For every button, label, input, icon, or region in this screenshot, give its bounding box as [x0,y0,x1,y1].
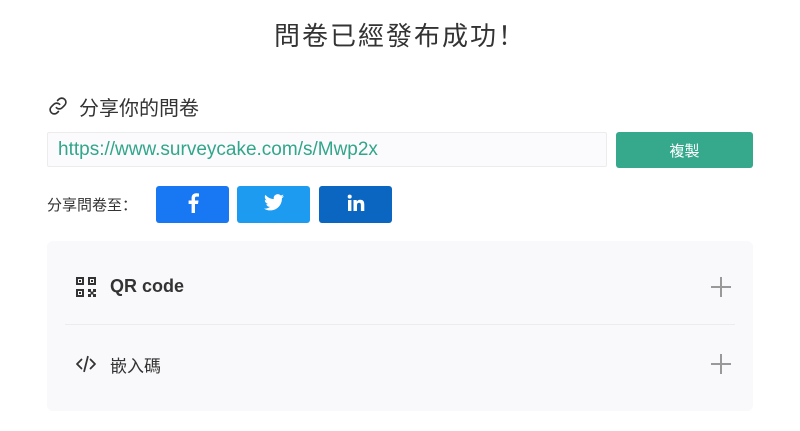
survey-url-input[interactable] [58,138,606,161]
share-facebook-button[interactable] [156,186,229,223]
accordion-label-embed-code: 嵌入碼 [110,356,161,377]
share-heading: 分享你的問卷 [47,92,199,120]
share-options-accordion: QR code 嵌入碼 [47,241,753,411]
accordion-item-embed-code[interactable]: 嵌入碼 [65,326,735,402]
qr-code-icon [74,275,98,299]
code-icon [74,352,98,376]
accordion-item-qr-code[interactable]: QR code [65,249,735,325]
plus-icon[interactable] [707,273,735,301]
accordion-label-qr-code: QR code [110,276,185,296]
plus-icon[interactable] [707,350,735,378]
link-icon [47,95,69,117]
facebook-icon [187,192,199,217]
share-heading-label: 分享你的問卷 [79,95,199,120]
linkedin-icon [347,194,365,216]
copy-button[interactable]: 複製 [616,132,753,168]
twitter-icon [263,194,284,215]
share-linkedin-button[interactable] [319,186,392,223]
share-to-label: 分享問卷至： [47,196,138,214]
page-title: 問卷已經發布成功！ [273,22,526,52]
survey-url-field[interactable] [47,132,607,167]
share-twitter-button[interactable] [237,186,310,223]
